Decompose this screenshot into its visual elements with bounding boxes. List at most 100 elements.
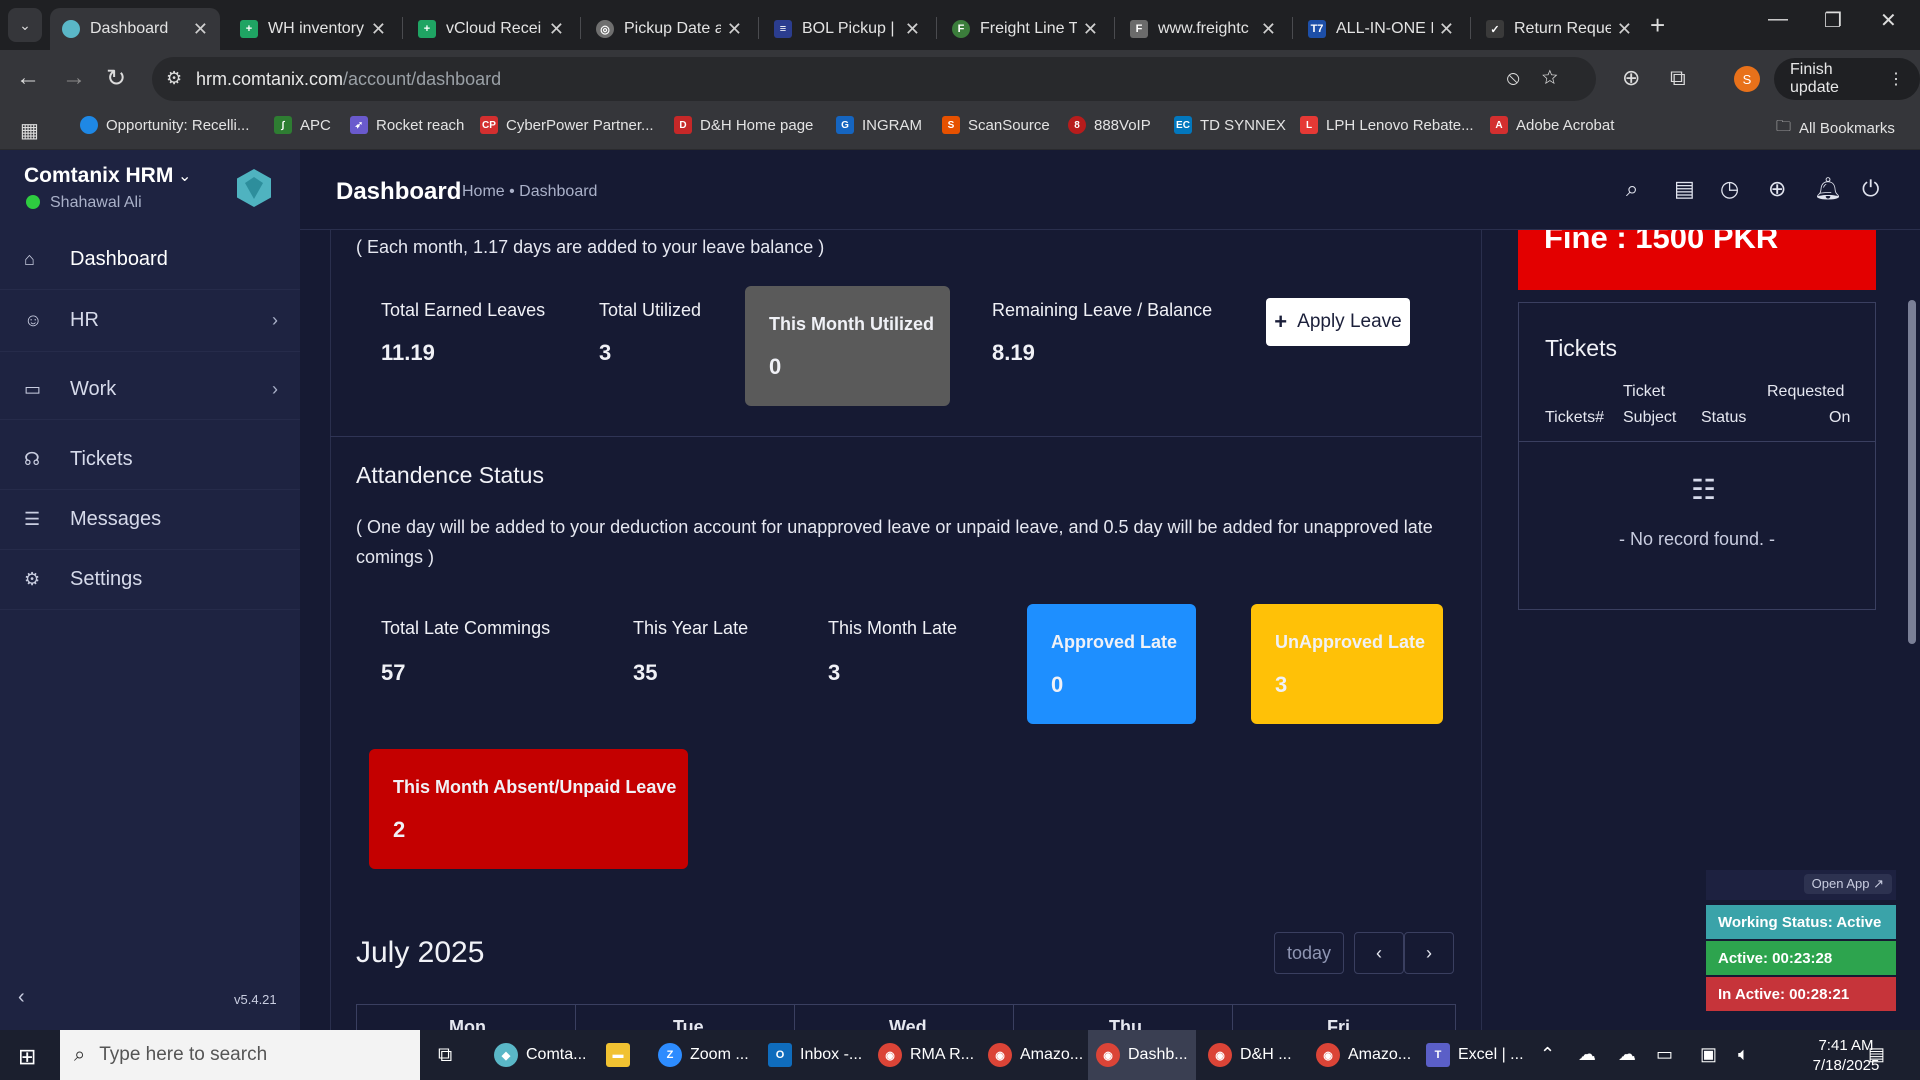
year-late-value: 35 (633, 660, 658, 685)
close-icon[interactable]: ✕ (905, 19, 920, 40)
taskbar-app[interactable]: O Inbox -... (760, 1030, 870, 1080)
remaining-leave-value: 8.19 (992, 340, 1035, 365)
eye-off-icon[interactable]: ⦸ (1507, 67, 1542, 89)
tab-freightc[interactable]: F www.freightc ✕ (1118, 8, 1288, 50)
tab-pickup-date[interactable]: ◎ Pickup Date a ✕ (584, 8, 754, 50)
bookmark-dh-home[interactable]: D D&H Home page (674, 116, 813, 134)
chevron-down-icon[interactable]: ⌄ (178, 166, 191, 186)
notifications-icon[interactable]: ▤ (1868, 1044, 1885, 1065)
taskbar-app[interactable]: ▬ (598, 1030, 646, 1080)
address-bar[interactable]: ⚙ hrm.comtanix.com/account/dashboard ⦸☆ (152, 57, 1596, 101)
window-close-icon[interactable]: ✕ (1880, 8, 1897, 33)
volume-icon[interactable]: 🔈︎ (1738, 1044, 1749, 1065)
bookmark-scansource[interactable]: S ScanSource (942, 116, 1050, 134)
profile-avatar[interactable]: S (1734, 66, 1760, 92)
reload-icon[interactable]: ↻ (106, 64, 126, 93)
brand-name[interactable]: Comtanix HRM (24, 164, 173, 188)
apply-leave-button[interactable]: + Apply Leave (1266, 298, 1410, 346)
open-app-button[interactable]: Open App ↗ (1803, 874, 1892, 894)
restore-icon[interactable]: ❐ (1824, 8, 1842, 33)
back-icon[interactable]: ← (16, 64, 40, 92)
breadcrumb[interactable]: Home • Dashboard (462, 183, 597, 201)
all-bookmarks[interactable]: 🗀 All Bookmarks (1776, 116, 1895, 141)
bookmark-lph-lenovo[interactable]: L LPH Lenovo Rebate... (1300, 116, 1474, 134)
new-tab-button[interactable]: + (1650, 10, 1665, 41)
taskbar-app[interactable]: ◉ D&H ... (1200, 1030, 1300, 1080)
calendar-today-button[interactable]: today (1274, 932, 1344, 974)
headset-icon: ☊ (24, 449, 40, 469)
bookmark-star-icon[interactable]: ☆ (1542, 67, 1580, 89)
taskbar-app[interactable]: T Excel | ... (1418, 1030, 1532, 1080)
translate-icon[interactable]: ⊕ (1622, 65, 1640, 91)
minimize-icon[interactable]: — (1768, 8, 1788, 31)
tab-return-request[interactable]: ✓ Return Reque ✕ (1474, 8, 1644, 50)
bookmark-td-synnex[interactable]: EC TD SYNNEX (1174, 116, 1286, 134)
bookmark-opportunity[interactable]: Opportunity: Recelli... (80, 116, 249, 134)
windows-start-icon[interactable]: ⊞ (18, 1044, 36, 1070)
calendar-day-header: Fri (1327, 1017, 1351, 1030)
task-view-icon[interactable]: ⧉ (438, 1044, 452, 1067)
taskbar-app[interactable]: Z Zoom ... (650, 1030, 757, 1080)
tab-freight-line[interactable]: F Freight Line T ✕ (940, 8, 1110, 50)
clock-icon[interactable]: ◷ (1720, 176, 1739, 202)
close-icon[interactable]: ✕ (727, 19, 742, 40)
calendar-next-button[interactable]: › (1404, 932, 1454, 974)
file-explorer-icon: ▬ (606, 1043, 630, 1067)
close-icon[interactable]: ✕ (371, 19, 386, 40)
battery-icon[interactable]: ▭ (1656, 1044, 1673, 1065)
sidebar-item-work[interactable]: ▭ Work › (0, 360, 300, 420)
sidebar-item-tickets[interactable]: ☊ Tickets (0, 430, 300, 490)
tab-dashboard[interactable]: Dashboard ✕ (50, 8, 220, 50)
finish-update-button[interactable]: Finish update ⋮ (1774, 58, 1920, 100)
taskbar-app[interactable]: ◆ Comta... (486, 1030, 594, 1080)
add-circle-icon[interactable]: ⊕ (1768, 176, 1786, 202)
close-icon[interactable]: ✕ (193, 19, 208, 40)
apc-icon: ∫ (274, 116, 292, 134)
tray-overflow-icon[interactable]: ⌃ (1540, 1044, 1555, 1065)
page-scrollbar[interactable] (1904, 230, 1920, 1030)
extensions-icon[interactable]: ⧉ (1670, 65, 1686, 91)
close-icon[interactable]: ✕ (1261, 19, 1276, 40)
bookmark-adobe-acrobat[interactable]: A Adobe Acrobat (1490, 116, 1614, 134)
tab-search-button[interactable]: ⌄ (8, 8, 42, 42)
taskbar-app[interactable]: ◉ Dashb... (1088, 1030, 1196, 1080)
close-icon[interactable]: ✕ (1439, 19, 1454, 40)
bell-icon[interactable]: 🔔︎ (1814, 176, 1842, 202)
remaining-leave-label: Remaining Leave / Balance (992, 300, 1213, 320)
bookmark-cyberpower[interactable]: CP CyberPower Partner... (480, 116, 654, 134)
total-earned-leaves-value: 11.19 (381, 340, 435, 365)
tab-bol-pickup[interactable]: ≡ BOL Pickup | ✕ (762, 8, 932, 50)
close-icon[interactable]: ✕ (549, 19, 564, 40)
bookmark-apc[interactable]: ∫ APC (274, 116, 331, 134)
onedrive-icon[interactable]: ☁ (1578, 1044, 1596, 1065)
tab-vcloud[interactable]: + vCloud Recei ✕ (406, 8, 576, 50)
taskbar-app[interactable]: ◉ Amazo... (1308, 1030, 1419, 1080)
close-icon[interactable]: ✕ (1617, 19, 1632, 40)
bookmark-rocket-reach[interactable]: ➶ Rocket reach (350, 116, 464, 134)
calendar-divider (1232, 1005, 1233, 1030)
bookmark-888voip[interactable]: 8 888VoIP (1068, 116, 1151, 134)
scrollbar-thumb[interactable] (1908, 300, 1916, 644)
url-text[interactable]: hrm.comtanix.com/account/dashboard (196, 69, 501, 90)
onedrive-icon[interactable]: ☁ (1618, 1044, 1636, 1065)
taskbar-app[interactable]: ◉ RMA R... (870, 1030, 982, 1080)
apps-grid-icon[interactable]: ▦ (20, 118, 39, 143)
bookmark-ingram[interactable]: G INGRAM (836, 116, 922, 134)
tab-all-in-one[interactable]: T7 ALL-IN-ONE I ✕ (1296, 8, 1466, 50)
power-icon[interactable]: ⏻ (1862, 176, 1879, 202)
close-icon[interactable]: ✕ (1083, 19, 1098, 40)
sidebar-item-dashboard[interactable]: ⌂ Dashboard (0, 230, 300, 290)
notes-icon[interactable]: ▤ (1674, 176, 1695, 202)
search-icon[interactable]: ⌕ (1626, 176, 1638, 202)
taskbar-app[interactable]: ◉ Amazo... (980, 1030, 1091, 1080)
taskbar-search[interactable]: ⌕ Type here to search (60, 1030, 420, 1080)
calendar-prev-button[interactable]: ‹ (1354, 932, 1404, 974)
sidebar-item-settings[interactable]: ⚙ Settings (0, 550, 300, 610)
collapse-sidebar-icon[interactable]: ‹ (18, 986, 25, 1009)
sidebar-item-messages[interactable]: ☰ Messages (0, 490, 300, 550)
sidebar-item-hr[interactable]: ☺ HR › (0, 290, 300, 352)
forward-icon[interactable]: → (62, 64, 86, 92)
network-icon[interactable]: ▣ (1700, 1044, 1717, 1065)
tab-wh-inventory[interactable]: + WH inventory ✕ (228, 8, 398, 50)
site-info-icon[interactable]: ⚙ (166, 68, 182, 89)
